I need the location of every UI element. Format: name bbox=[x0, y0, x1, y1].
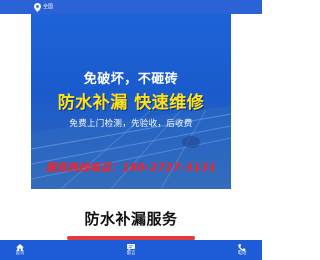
banner-slogan: 防水补漏 快速维修 bbox=[57, 93, 205, 113]
location-pin-icon bbox=[34, 2, 41, 12]
nav-phone[interactable]: 电话 bbox=[222, 240, 262, 260]
hero-banner: 免破坏，不砸砖 防水补漏 快速维修 免费上门检测，先验收，后收费 服务热线电话：… bbox=[31, 14, 231, 189]
top-location-bar: 全国 bbox=[0, 0, 262, 14]
message-icon bbox=[127, 243, 135, 251]
banner-headline: 免破坏，不砸砖 bbox=[83, 72, 179, 87]
nav-home[interactable]: 首页 bbox=[0, 240, 40, 260]
banner-subline: 免费上门检测，先验收，后收费 bbox=[69, 119, 193, 129]
bottom-navigation: 首页 留言 电话 bbox=[0, 240, 262, 260]
nav-message[interactable]: 留言 bbox=[111, 240, 151, 260]
nav-phone-label: 电话 bbox=[237, 250, 247, 256]
nav-message-label: 留言 bbox=[126, 250, 136, 256]
phone-icon bbox=[238, 243, 246, 251]
banner-hotline[interactable]: 服务热线电话：180-2727-3131 bbox=[31, 160, 231, 175]
section-title: 防水补漏服务 bbox=[84, 210, 178, 228]
nav-home-label: 首页 bbox=[15, 250, 25, 256]
home-icon bbox=[16, 243, 24, 251]
location-label[interactable]: 全国 bbox=[43, 4, 53, 10]
